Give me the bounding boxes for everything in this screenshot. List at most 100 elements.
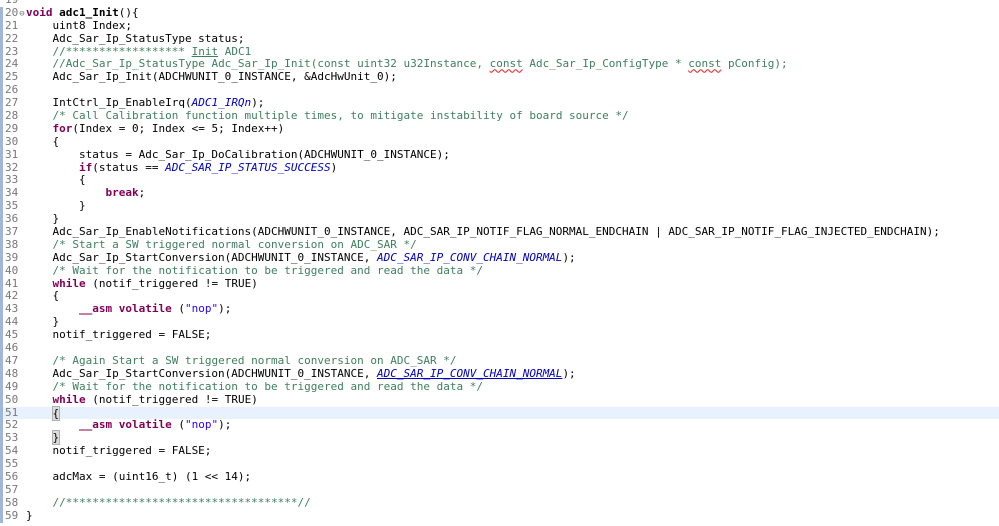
line-number-text: 49	[5, 379, 19, 393]
code-text: (notif_triggered != TRUE)	[85, 392, 258, 406]
gutter-marker	[0, 277, 3, 291]
comment-token: /* Wait for the notification to be trigg…	[52, 263, 483, 277]
gutter-marker	[0, 303, 3, 317]
code-line[interactable]: 45 notif_triggered = FALSE;	[0, 328, 999, 343]
code-text: );	[562, 250, 576, 264]
code-text: {	[26, 134, 60, 148]
gutter-marker	[0, 238, 3, 252]
code-text: ;	[138, 186, 146, 200]
gutter-marker	[0, 148, 3, 162]
code-line[interactable]: 43 __asm volatile ("nop");	[0, 302, 999, 317]
gutter-marker	[0, 419, 3, 433]
comment-token: /* Wait for the notification to be trigg…	[52, 379, 483, 393]
keyword-token: void	[26, 5, 53, 19]
line-number-text: 53	[5, 431, 19, 445]
code-line[interactable]: 35 }	[0, 199, 999, 214]
fold-collapse-icon[interactable]: ⊖	[19, 9, 24, 19]
line-number-text: 33	[5, 173, 19, 187]
code-editor[interactable]: 1920⊖void adc1_Init(){21 uint8 Index;22 …	[0, 0, 999, 526]
line-number-text: 51	[5, 405, 19, 419]
code-content[interactable]: notif_triggered = FALSE;	[26, 444, 211, 458]
code-line[interactable]: 25 Adc_Sar_Ip_Init(ADCHWUNIT_0_INSTANCE,…	[0, 70, 999, 85]
gutter-marker	[0, 458, 3, 471]
gutter-marker	[0, 367, 3, 381]
gutter-marker	[0, 509, 3, 523]
gutter-marker	[0, 329, 3, 343]
code-line[interactable]: 58 //***********************************…	[0, 495, 999, 510]
gutter-marker	[0, 84, 3, 98]
comment-token: /* Start a SW triggered normal conversio…	[52, 237, 417, 251]
code-line[interactable]: 32 if(status == ADC_SAR_IP_STATUS_SUCCES…	[0, 161, 999, 175]
gutter-marker	[0, 213, 3, 227]
code-text: (	[171, 302, 185, 316]
gutter-marker	[0, 342, 3, 355]
gutter-marker	[0, 32, 3, 46]
code-content[interactable]: }	[26, 508, 33, 523]
code-content[interactable]: adcMax = (uint16_t) (1 << 14);	[26, 470, 251, 484]
gutter-marker	[0, 58, 3, 72]
code-line[interactable]: 59}	[0, 508, 999, 523]
code-line[interactable]: 54 notif_triggered = FALSE;	[0, 444, 999, 459]
comment-token: pConfig);	[721, 57, 788, 71]
line-number-text: 22	[5, 31, 19, 45]
code-content[interactable]: Adc_Sar_Ip_Init(ADCHWUNIT_0_INSTANCE, &A…	[26, 70, 397, 84]
line-number-text: 46	[5, 341, 19, 355]
gutter-marker	[0, 110, 3, 123]
code-line[interactable]: 20⊖ void adc1_Init(){	[0, 5, 999, 20]
code-content[interactable]: notif_triggered = FALSE;	[26, 328, 212, 342]
line-number-text: 55	[5, 457, 19, 471]
line-number-text: 29	[5, 121, 19, 135]
gutter-marker	[0, 406, 3, 420]
code-text: Adc_Sar_Ip_Init(ADCHWUNIT_0_INSTANCE, &A…	[26, 70, 397, 84]
code-line[interactable]: 29 for(Index = 0; Index <= 5; Index++)	[0, 121, 999, 136]
gutter-marker	[0, 251, 3, 265]
code-line[interactable]: 41 while (notif_triggered != TRUE)	[0, 277, 999, 291]
line-number-text: 47	[5, 353, 19, 367]
code-text: }	[26, 508, 33, 522]
gutter-marker	[0, 6, 3, 20]
comment-token: const	[688, 57, 722, 71]
comment-token: //***********************************//	[52, 495, 311, 509]
macro-token: ADC1_IRQn	[191, 96, 252, 110]
line-number-text: 25	[5, 70, 19, 84]
code-text: Adc_Sar_Ip_StartConversion(ADCHWUNIT_0_I…	[26, 250, 377, 264]
code-text: (	[171, 418, 185, 432]
keyword-token: __asm volatile	[78, 302, 172, 316]
text-cursor	[59, 406, 61, 418]
matching-brace: }	[51, 430, 61, 446]
gutter-marker	[0, 290, 3, 304]
code-line[interactable]: 34 break;	[0, 186, 999, 201]
code-line[interactable]: 50 while (notif_triggered != TRUE)	[0, 392, 999, 407]
code-line[interactable]: 52 __asm volatile ("nop");	[0, 418, 999, 433]
line-number-text: 38	[5, 237, 19, 251]
code-content[interactable]: for(Index = 0; Index <= 5; Index++)	[26, 121, 285, 136]
line-number-text: 36	[5, 212, 19, 226]
line-number-text: 20	[5, 5, 19, 19]
code-line[interactable]: 33 {	[0, 173, 999, 188]
gutter-marker	[0, 0, 3, 7]
gutter-marker	[0, 122, 3, 136]
gutter-marker	[0, 45, 3, 59]
code-text: status = Adc_Sar_Ip_DoCalibration(ADCHWU…	[26, 147, 450, 161]
code-line[interactable]: 19	[0, 0, 999, 7]
code-content[interactable]: while (notif_triggered != TRUE)	[26, 392, 258, 407]
code-line[interactable]: 56 adcMax = (uint16_t) (1 << 14);	[0, 470, 999, 484]
gutter-marker	[0, 161, 3, 175]
keyword-token: __asm volatile	[78, 418, 172, 432]
code-content[interactable]: while (notif_triggered != TRUE)	[26, 277, 258, 291]
line-number-text: 59	[5, 508, 19, 522]
gutter-marker	[0, 187, 3, 201]
code-text: );	[562, 366, 576, 380]
gutter-marker	[0, 393, 3, 407]
gutter-marker	[0, 445, 3, 459]
code-content[interactable]: //***********************************//	[26, 495, 311, 510]
code-text: notif_triggered = FALSE;	[26, 328, 212, 342]
keyword-token: for	[52, 121, 73, 135]
gutter-marker	[0, 174, 3, 188]
code-text: uint8 Index;	[26, 18, 132, 32]
